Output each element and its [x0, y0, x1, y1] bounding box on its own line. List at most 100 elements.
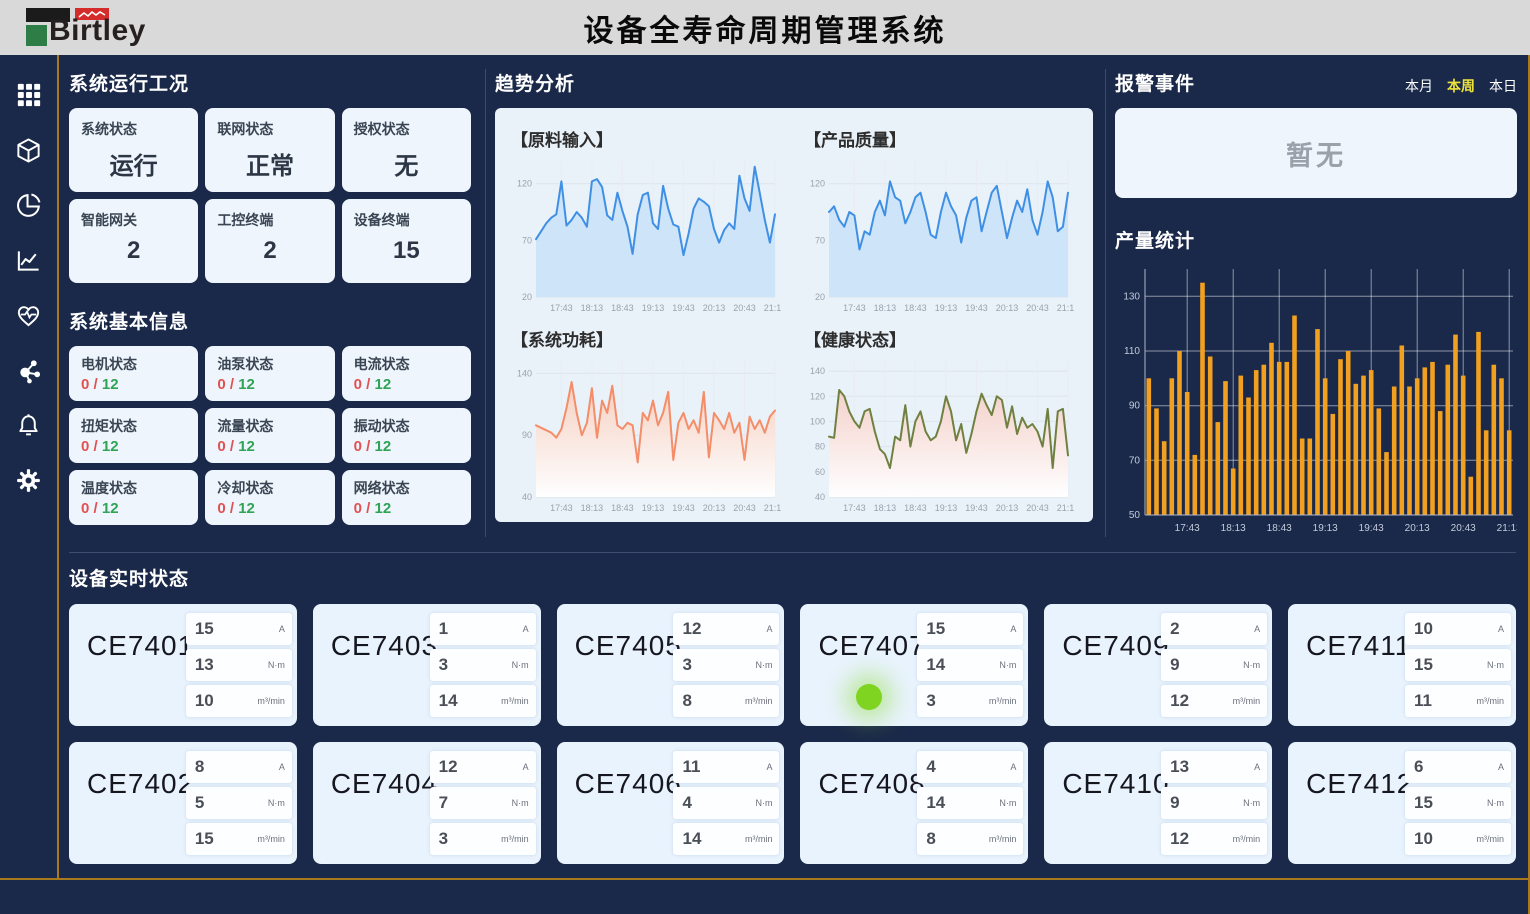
svg-text:120: 120: [517, 179, 532, 189]
health-heart-icon[interactable]: [15, 301, 43, 329]
system-overview-section: 系统运行工况 系统状态运行联网状态正常授权状态无智能网关2工控终端2设备终端15…: [69, 69, 471, 525]
device-card[interactable]: CE74028A5N·m15m³/min: [69, 742, 297, 864]
alarm-section: 报警事件 本月 本周 本日 暂无 产量统计 17:4318:1318:4319:…: [1115, 69, 1517, 537]
pie-chart-icon[interactable]: [15, 191, 43, 219]
device-metric-unit: N·m: [999, 798, 1016, 808]
device-metric-unit: A: [1010, 762, 1016, 772]
health-chart-cell: 【健康状态】 40608010012014017:4318:1318:4319:…: [802, 316, 1079, 516]
svg-text:19:13: 19:13: [642, 303, 665, 313]
svg-text:18:43: 18:43: [904, 303, 927, 313]
info-card-count-total: 12: [238, 376, 255, 393]
device-metric-unit: m³/min: [745, 834, 773, 844]
info-card-count-total: 12: [375, 500, 392, 517]
settings-gear-icon[interactable]: [15, 466, 43, 494]
device-metric-value: 10: [1414, 619, 1433, 639]
device-metric-value: 4: [926, 757, 935, 777]
page-title: 设备全寿命周期管理系统: [584, 6, 947, 50]
svg-text:19:13: 19:13: [1313, 523, 1338, 534]
info-card-count-alarm: 0 /: [81, 438, 102, 455]
device-metric-value: 11: [1414, 691, 1432, 711]
alarm-bell-icon[interactable]: [15, 411, 43, 439]
device-metric-unit: m³/min: [501, 834, 529, 844]
info-card-label: 温度状态: [81, 478, 186, 498]
tab-this-week[interactable]: 本周: [1447, 76, 1475, 96]
device-metric-unit: N·m: [268, 798, 285, 808]
svg-text:21:13: 21:13: [764, 303, 781, 313]
device-metric-row: 12m³/min: [1161, 823, 1267, 855]
svg-text:17:43: 17:43: [1175, 523, 1200, 534]
svg-text:20:43: 20:43: [733, 503, 756, 513]
line-chart-icon[interactable]: [15, 246, 43, 274]
logo-green-square-icon: [26, 25, 47, 46]
device-name: CE7412: [1306, 768, 1413, 800]
status-card-value: 正常: [217, 146, 322, 181]
info-card: 网络状态0 / 12: [342, 470, 471, 525]
device-metric-unit: A: [1254, 762, 1260, 772]
apps-grid-icon[interactable]: [15, 81, 43, 109]
info-card-count-alarm: 0 /: [354, 500, 375, 517]
device-metric-unit: m³/min: [1476, 834, 1504, 844]
alarm-empty-text: 暂无: [1286, 134, 1346, 173]
device-card[interactable]: CE74031A3N·m14m³/min: [313, 604, 541, 726]
status-card: 设备终端15: [342, 199, 471, 283]
svg-text:110: 110: [1124, 346, 1140, 357]
info-card-label: 扭矩状态: [81, 416, 186, 436]
device-metric-row: 11A: [673, 751, 779, 783]
device-name: CE7406: [575, 768, 682, 800]
status-card-label: 系统状态: [81, 119, 186, 139]
svg-text:18:13: 18:13: [874, 503, 897, 513]
device-metric-unit: N·m: [1487, 660, 1504, 670]
device-metric-unit: m³/min: [1233, 696, 1261, 706]
production-title: 产量统计: [1115, 226, 1517, 253]
svg-text:21:13: 21:13: [764, 503, 781, 513]
info-card-count-alarm: 0 /: [81, 500, 102, 517]
device-card[interactable]: CE74126A15N·m10m³/min: [1288, 742, 1516, 864]
device-card[interactable]: CE741110A15N·m11m³/min: [1288, 604, 1516, 726]
device-metric-row: 14N·m: [917, 649, 1023, 681]
device-metric-unit: N·m: [268, 660, 285, 670]
sidebar: [0, 55, 59, 878]
device-card[interactable]: CE740512A3N·m8m³/min: [557, 604, 785, 726]
info-card-count: 0 / 12: [217, 438, 322, 455]
device-card[interactable]: CE741013A9N·m12m³/min: [1044, 742, 1272, 864]
device-card[interactable]: CE740412A7N·m3m³/min: [313, 742, 541, 864]
device-name: CE7401: [87, 630, 194, 662]
network-nodes-icon[interactable]: [15, 356, 43, 384]
device-card[interactable]: CE740115A13N·m10m³/min: [69, 604, 297, 726]
status-card-value: 运行: [81, 146, 186, 181]
device-metric-value: 11: [682, 757, 700, 777]
info-card-count-total: 12: [102, 376, 119, 393]
svg-text:17:43: 17:43: [843, 503, 866, 513]
info-card: 流量状态0 / 12: [205, 408, 334, 463]
device-card[interactable]: CE740715A14N·m3m³/min: [800, 604, 1028, 726]
svg-text:19:43: 19:43: [672, 303, 695, 313]
info-card-label: 冷却状态: [217, 478, 322, 498]
device-name: CE7410: [1062, 768, 1169, 800]
info-card-count: 0 / 12: [81, 500, 186, 517]
device-rows: 15A14N·m3m³/min: [917, 613, 1023, 721]
info-card-count: 0 / 12: [81, 376, 186, 393]
info-card-count-total: 12: [375, 438, 392, 455]
info-card-count: 0 / 12: [217, 376, 322, 393]
info-card: 油泵状态0 / 12: [205, 346, 334, 401]
device-rows: 12A3N·m8m³/min: [673, 613, 779, 721]
info-card-count-alarm: 0 /: [217, 438, 238, 455]
status-card-label: 设备终端: [354, 210, 459, 230]
device-card[interactable]: CE74084A14N·m8m³/min: [800, 742, 1028, 864]
tab-today[interactable]: 本日: [1489, 76, 1517, 96]
alarm-tabs: 本月 本周 本日: [1405, 76, 1517, 96]
device-card[interactable]: CE740611A4N·m14m³/min: [557, 742, 785, 864]
device-metric-unit: m³/min: [1476, 696, 1504, 706]
device-rows: 11A4N·m14m³/min: [673, 751, 779, 859]
device-metric-unit: A: [1254, 624, 1260, 634]
device-metric-value: 8: [926, 829, 935, 849]
device-card[interactable]: CE74092A9N·m12m³/min: [1044, 604, 1272, 726]
production-bar-chart: 17:4318:1318:4319:1319:4320:1320:4321:13…: [1115, 261, 1517, 537]
tab-this-month[interactable]: 本月: [1405, 76, 1433, 96]
basic-info-card-grid: 电机状态0 / 12油泵状态0 / 12电流状态0 / 12扭矩状态0 / 12…: [69, 346, 471, 525]
svg-text:140: 140: [810, 366, 825, 376]
device-metric-row: 3N·m: [673, 649, 779, 681]
device-metric-row: 14N·m: [917, 787, 1023, 819]
cube-icon[interactable]: [15, 136, 43, 164]
device-metric-value: 3: [926, 691, 935, 711]
